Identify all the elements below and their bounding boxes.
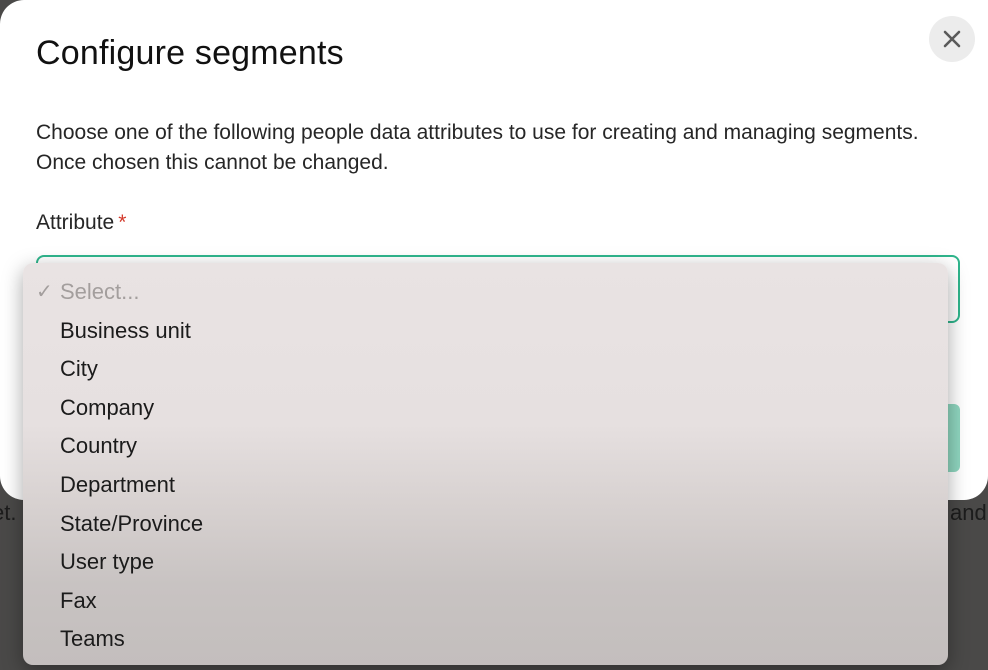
modal-corner [0,0,48,48]
dropdown-option-teams[interactable]: Teams [23,620,948,659]
dropdown-option-placeholder[interactable]: ✓ Select... [23,273,948,312]
close-button[interactable] [929,16,975,62]
dropdown-option-user-type[interactable]: User type [23,543,948,582]
option-label: Select... [60,279,140,304]
modal-description: Choose one of the following people data … [36,121,919,174]
backdrop-text-right: and [950,500,987,525]
dropdown-option-country[interactable]: Country [23,427,948,466]
dropdown-option-state-province[interactable]: State/Province [23,505,948,544]
attribute-field-label: Attribute * [36,211,126,235]
dropdown-option-business-unit[interactable]: Business unit [23,312,948,351]
attribute-dropdown-menu: ✓ Select... Business unit City Company C… [23,263,948,665]
dropdown-option-fax[interactable]: Fax [23,582,948,621]
close-icon [943,30,961,48]
attribute-label-text: Attribute [36,211,115,234]
backdrop-text-left: et. [0,500,17,525]
dropdown-option-company[interactable]: Company [23,389,948,428]
checkmark-icon: ✓ [36,281,53,303]
modal-title: Configure segments [36,34,344,72]
dropdown-option-department[interactable]: Department [23,466,948,505]
required-marker: * [118,211,127,234]
dropdown-option-city[interactable]: City [23,350,948,389]
